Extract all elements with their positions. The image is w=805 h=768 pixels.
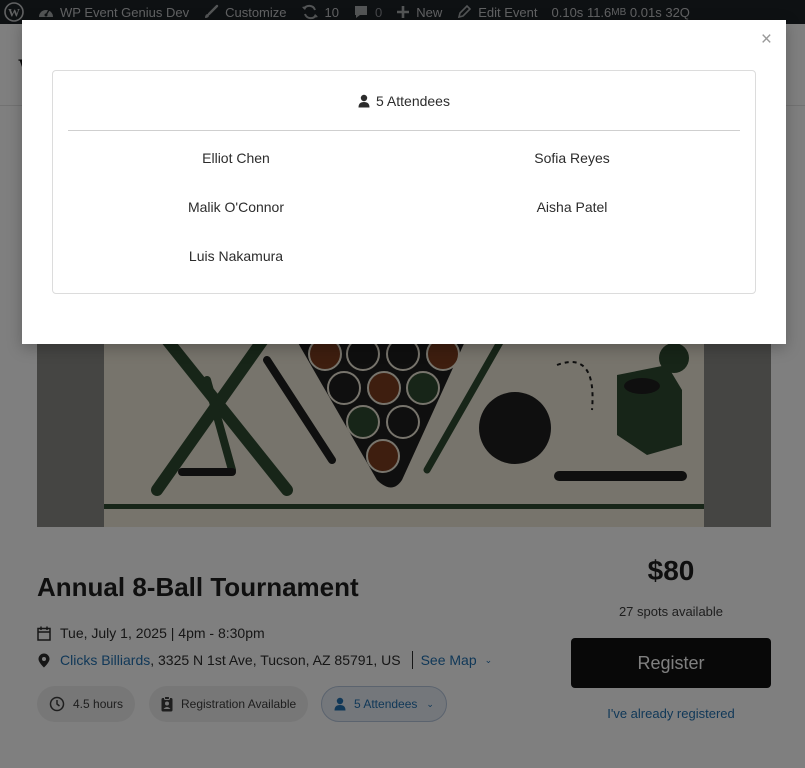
attendee-list-card: 5 Attendees Elliot Chen Sofia Reyes Mali… — [52, 70, 756, 294]
attendee-name: Luis Nakamura — [188, 248, 284, 264]
attendee-name: Sofia Reyes — [534, 150, 610, 166]
user-icon — [358, 94, 370, 108]
attendees-modal: × 5 Attendees Elliot Chen Sofia Reyes Ma… — [22, 20, 786, 344]
attendee-name: Malik O'Connor — [187, 199, 285, 215]
attendee-name: Elliot Chen — [202, 150, 270, 166]
attendee-name: Aisha Patel — [536, 199, 608, 215]
attendee-list-header: 5 Attendees — [53, 71, 755, 131]
close-icon[interactable]: × — [761, 30, 772, 49]
attendee-count-label: 5 Attendees — [376, 93, 450, 109]
divider — [68, 130, 740, 131]
